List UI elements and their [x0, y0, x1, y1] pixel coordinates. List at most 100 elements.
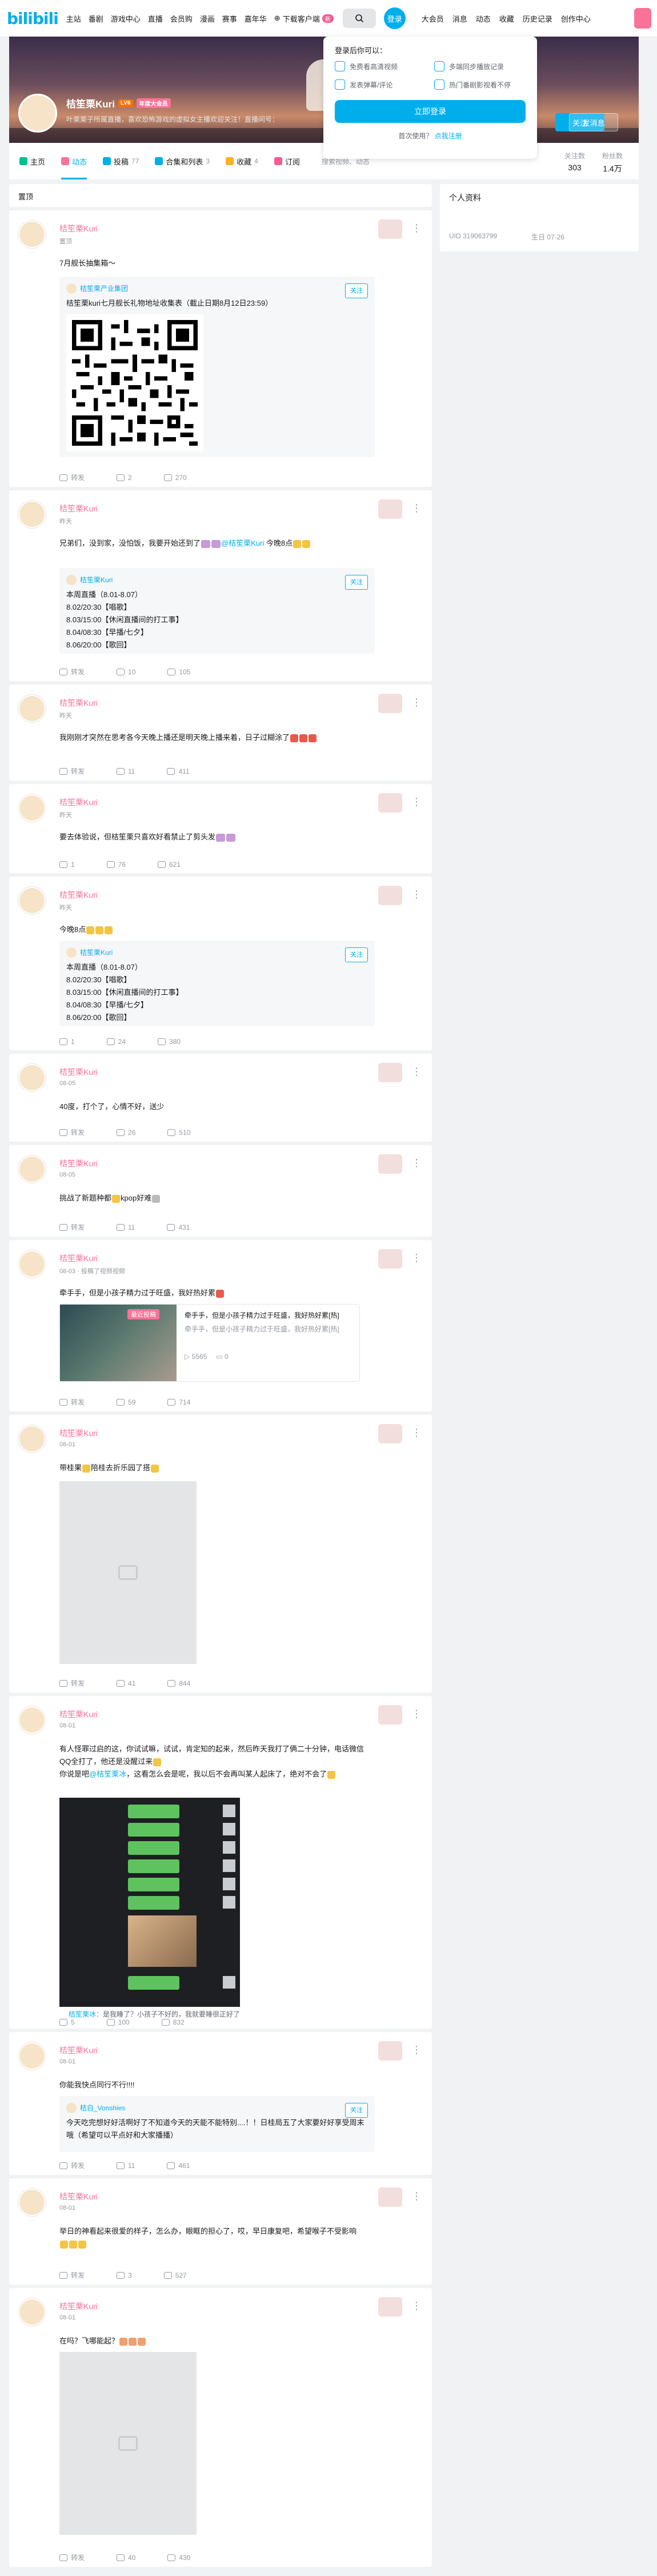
login-now-button[interactable]: 立即登录 [335, 100, 526, 123]
tab-favorites[interactable]: 收藏 4 [226, 143, 258, 179]
author-name[interactable]: 桔笙栗Kuri [59, 1253, 98, 1264]
quote-follow-button[interactable]: 关注 [345, 283, 368, 298]
quoted-post[interactable]: 桔笙栗Kuri 本周直播（8.01-8.07） 8.02/20:30【唱歌】 8… [59, 941, 375, 1026]
like-button[interactable]: 844 [167, 1678, 190, 1688]
like-button[interactable]: 270 [163, 473, 187, 482]
share-button[interactable]: 转发 [59, 2553, 85, 2562]
quote-follow-button[interactable]: 关注 [345, 947, 368, 962]
author-name[interactable]: 桔笙栗Kuri [59, 2301, 98, 2312]
comment-button[interactable]: 3 [117, 2270, 132, 2280]
comment-button[interactable]: 40 [117, 2553, 135, 2562]
quoted-post[interactable]: 桔笙栗Kuri 本周直播（8.01-8.07） 8.02/20:30【唱歌】 8… [59, 568, 375, 654]
nav-messages[interactable]: 消息 [452, 13, 467, 24]
nav-dynamics[interactable]: 动态 [476, 13, 491, 24]
share-button[interactable]: 5 [59, 2018, 75, 2026]
share-button[interactable]: 转发 [59, 766, 85, 776]
avatar[interactable] [18, 2189, 46, 2216]
share-button[interactable]: 转发 [59, 2270, 85, 2280]
more-icon[interactable]: ⋮ [411, 1427, 422, 1438]
bilibili-logo[interactable]: bilibili [7, 9, 59, 28]
more-icon[interactable]: ⋮ [411, 503, 422, 513]
register-link[interactable]: 点我注册 [435, 132, 462, 140]
author-name[interactable]: 桔笙栗Kuri [59, 1709, 98, 1720]
like-button[interactable]: 431 [167, 1222, 190, 1232]
comment-button[interactable]: 41 [117, 1678, 135, 1688]
more-icon[interactable]: ⋮ [411, 2301, 422, 2311]
more-icon[interactable]: ⋮ [411, 2191, 422, 2201]
avatar[interactable] [18, 1706, 46, 1734]
nav-carnival[interactable]: 嘉年华 [245, 13, 267, 24]
nav-anime[interactable]: 番剧 [89, 13, 103, 24]
like-button[interactable]: 430 [167, 2553, 190, 2562]
more-icon[interactable]: ⋮ [411, 889, 422, 899]
comment-button[interactable]: 26 [117, 1127, 135, 1137]
like-button[interactable]: 832 [161, 2018, 185, 2026]
mention-link[interactable]: @桔笙栗冰 [89, 1770, 126, 1778]
more-icon[interactable]: ⋮ [411, 223, 422, 233]
more-icon[interactable]: ⋮ [411, 1066, 422, 1077]
nav-creator-center[interactable]: 创作中心 [561, 13, 591, 24]
more-icon[interactable]: ⋮ [411, 2045, 422, 2055]
nav-esports[interactable]: 赛事 [222, 13, 237, 24]
author-name[interactable]: 桔笙栗Kuri [59, 1427, 98, 1439]
author-name[interactable]: 桔笙栗Kuri [59, 2045, 98, 2056]
share-button[interactable]: 转发 [59, 1127, 85, 1137]
share-button[interactable]: 1 [59, 1038, 75, 1046]
like-button[interactable]: 380 [158, 1038, 181, 1046]
more-icon[interactable]: ⋮ [411, 1253, 422, 1263]
author-name[interactable]: 桔笙栗Kuri [59, 1066, 98, 1078]
like-button[interactable]: 411 [167, 766, 190, 776]
author-name[interactable]: 桔笙栗Kuri [59, 797, 98, 808]
avatar[interactable] [18, 1155, 46, 1183]
avatar[interactable] [18, 1250, 46, 1278]
like-button[interactable]: 714 [167, 1397, 190, 1407]
share-button[interactable]: 转发 [59, 1222, 85, 1232]
stat-following[interactable]: 关注数 303 [564, 151, 585, 174]
author-name[interactable]: 桔笙栗Kuri [59, 2191, 98, 2202]
video-card[interactable]: 最近投稿 牵手手，但是小孩子精力过于旺盛，我好热好累[热] 牵手手，但是小孩子精… [59, 1304, 360, 1382]
login-avatar-button[interactable]: 登录 [383, 7, 406, 29]
avatar[interactable] [18, 695, 46, 722]
avatar[interactable] [18, 887, 46, 914]
more-icon[interactable]: ⋮ [411, 1158, 422, 1168]
avatar[interactable] [18, 2042, 46, 2070]
tab-subscriptions[interactable]: 订阅 [274, 143, 300, 179]
quote-user[interactable]: 桔笙栗Kuri [80, 574, 113, 586]
nav-favorites[interactable]: 收藏 [499, 13, 514, 24]
comment-button[interactable]: 11 [117, 766, 135, 776]
nav-game-center[interactable]: 游戏中心 [111, 13, 141, 24]
post-image[interactable] [59, 1481, 197, 1664]
quote-user[interactable]: 桔白_Vonshies [80, 2102, 125, 2114]
avatar[interactable] [18, 501, 46, 528]
tab-collections[interactable]: 合集和列表 3 [155, 143, 210, 179]
hot-comment[interactable]: 桔笙栗冰：是我睡了？小孩子不好的，我就要睡很正好了 [69, 2009, 240, 2019]
like-button[interactable]: 461 [167, 2161, 190, 2170]
download-client[interactable]: ⊕ 下载客户端 新 [274, 13, 334, 24]
tab-dynamics[interactable]: 动态 [61, 143, 87, 179]
quote-user[interactable]: 桔笙栗产业集团 [80, 282, 128, 295]
tab-uploads[interactable]: 投稿 77 [103, 143, 139, 179]
comment-button[interactable]: 11 [117, 1222, 135, 1232]
quote-follow-button[interactable]: 关注 [345, 575, 368, 590]
avatar[interactable] [18, 221, 46, 248]
quote-user[interactable]: 桔笙栗Kuri [80, 946, 113, 959]
share-button[interactable]: 转发 [59, 2161, 85, 2170]
share-button[interactable]: 转发 [59, 1397, 85, 1407]
author-name[interactable]: 桔笙栗Kuri [59, 223, 98, 234]
nav-manga[interactable]: 漫画 [200, 13, 215, 24]
avatar[interactable] [18, 1425, 46, 1453]
search-button[interactable] [342, 9, 376, 28]
post-image[interactable] [59, 2352, 197, 2535]
share-button[interactable]: 1 [59, 861, 75, 869]
more-icon[interactable]: ⋮ [411, 797, 422, 807]
nav-main-site[interactable]: 主站 [66, 13, 81, 24]
avatar[interactable] [18, 1064, 46, 1091]
comment-button[interactable]: 59 [117, 1397, 135, 1407]
message-button[interactable]: 发消息 [569, 113, 618, 131]
author-name[interactable]: 桔笙栗Kuri [59, 503, 98, 514]
like-button[interactable]: 510 [167, 1127, 190, 1137]
video-title[interactable]: 牵手手，但是小孩子精力过于旺盛，我好热好累[热] [185, 1310, 339, 1321]
quoted-post[interactable]: 桔白_Vonshies 今天吃完想好好活啊好了不知道今天的天能不能特别....！… [59, 2096, 375, 2152]
nav-vip[interactable]: 大会员 [422, 13, 444, 24]
avatar[interactable] [18, 794, 46, 822]
